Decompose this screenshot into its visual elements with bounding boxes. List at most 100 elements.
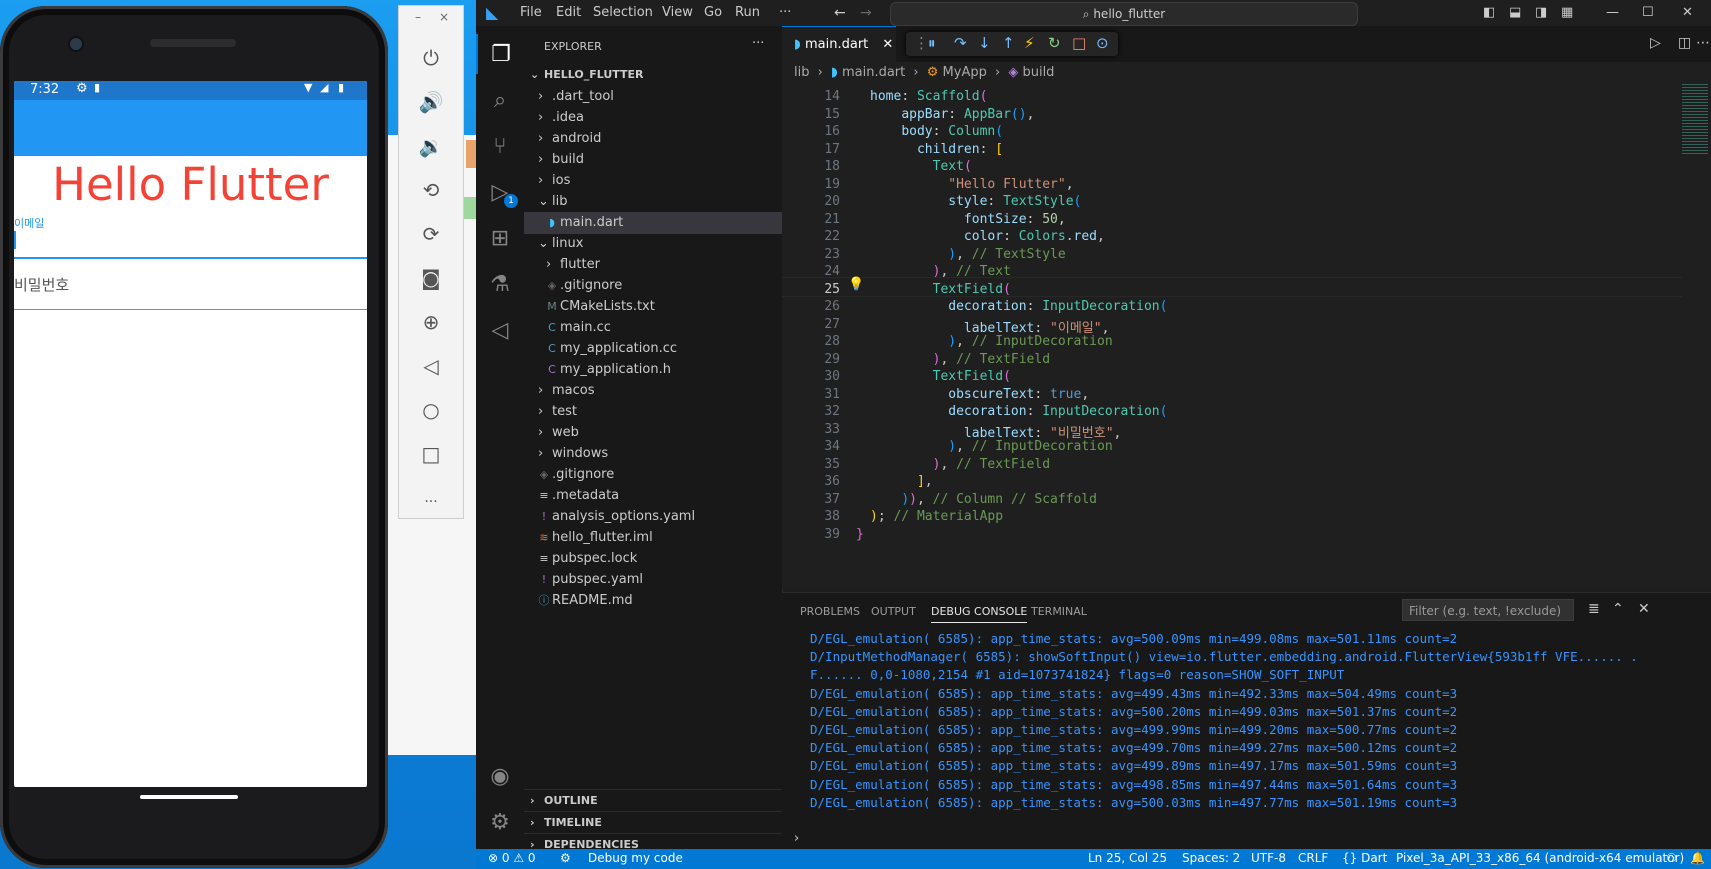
tab-terminal[interactable]: TERMINAL	[1031, 605, 1087, 618]
accounts-icon[interactable]: ⚇	[1666, 851, 1677, 865]
split-editor-icon[interactable]: ◫	[1678, 35, 1691, 51]
timeline-section[interactable]: › TIMELINE	[524, 811, 782, 834]
camera-icon[interactable]: ◙	[399, 260, 463, 296]
code-editor[interactable]: 14 15 16 17 18 19 20 21 22 23 24 25 26 27 28 29 30 31 32 33…	[782, 84, 1682, 589]
menu-view[interactable]: View	[662, 5, 693, 20]
menu-go[interactable]: Go	[704, 5, 722, 20]
close-button[interactable]: ×	[439, 10, 449, 24]
breadcrumb-file[interactable]: main.dart	[842, 65, 905, 80]
clear-console-icon[interactable]: ≣	[1588, 601, 1600, 617]
close-tab-icon[interactable]: ✕	[882, 37, 893, 52]
tree-item[interactable]: ◗ main.dart	[524, 212, 782, 234]
explorer-icon[interactable]: ❐	[476, 34, 524, 74]
line-ending[interactable]: CRLF	[1298, 851, 1328, 865]
tree-item[interactable]: › flutter	[524, 254, 782, 276]
more-options-button[interactable]: ...	[399, 480, 463, 516]
back-arrow-icon[interactable]: ←	[834, 5, 846, 21]
tab-debug-console[interactable]: DEBUG CONSOLE	[931, 605, 1028, 623]
volume-down-icon[interactable]: 🔉	[399, 128, 463, 164]
tree-item[interactable]: M CMakeLists.txt	[524, 296, 782, 318]
console-filter-input[interactable]: Filter (e.g. text, !exclude)	[1402, 599, 1574, 621]
email-field[interactable]	[14, 257, 367, 259]
rotate-right-icon[interactable]: ⟳	[399, 216, 463, 252]
debug-status[interactable]: Debug my code	[588, 851, 683, 865]
flutter-icon[interactable]: ◁	[476, 310, 524, 350]
tab-main-dart[interactable]: ◗ main.dart ✕	[782, 26, 896, 62]
menu-more[interactable]: ···	[779, 5, 791, 20]
customize-layout-icon[interactable]: ▦	[1561, 5, 1573, 20]
drag-handle-icon[interactable]: ⋮	[914, 34, 929, 52]
tree-item[interactable]: ≡ .metadata	[524, 485, 782, 507]
minimap[interactable]	[1682, 84, 1711, 589]
tree-item[interactable]: › web	[524, 422, 782, 444]
minimize-button[interactable]: –	[415, 10, 421, 24]
notifications-icon[interactable]: 🔔	[1690, 851, 1705, 865]
toggle-secondary-sidebar-icon[interactable]: ◨	[1535, 5, 1547, 20]
devtools-icon[interactable]: ⊙	[1096, 34, 1109, 52]
toggle-sidebar-icon[interactable]: ◧	[1483, 5, 1495, 20]
step-into-icon[interactable]: ↓	[978, 34, 991, 52]
zoom-icon[interactable]: ⊕	[399, 304, 463, 340]
tree-item[interactable]: ≋ hello_flutter.iml	[524, 527, 782, 549]
tree-item[interactable]: ! analysis_options.yaml	[524, 506, 782, 528]
gesture-nav-pill[interactable]	[140, 795, 238, 799]
hot-reload-icon[interactable]: ⚡	[1024, 34, 1035, 52]
tree-item[interactable]: ≡ pubspec.lock	[524, 548, 782, 570]
toggle-panel-icon[interactable]: ⬓	[1509, 5, 1521, 20]
account-icon[interactable]: ◉	[476, 756, 524, 796]
tree-item[interactable]: › .idea	[524, 107, 782, 129]
phone-screen[interactable]: 7:32 ⚙ ▮ ▼ ◢ ▮ Hello Flutter 이메일 비밀번호	[14, 81, 367, 787]
command-center-search[interactable]: ⌕ hello_flutter	[890, 2, 1358, 26]
breadcrumb-lib[interactable]: lib	[794, 65, 809, 80]
tree-item[interactable]: › build	[524, 149, 782, 171]
testing-icon[interactable]: ⚗	[476, 264, 524, 304]
tree-item[interactable]: ◈ .gitignore	[524, 275, 782, 297]
language-mode[interactable]: {} Dart	[1342, 851, 1387, 865]
indentation[interactable]: Spaces: 2	[1182, 851, 1240, 865]
maximize-panel-icon[interactable]: ⌃	[1612, 601, 1624, 617]
extensions-icon[interactable]: ⊞	[476, 218, 524, 258]
tree-item[interactable]: › windows	[524, 443, 782, 465]
back-icon[interactable]: ◁	[399, 348, 463, 384]
tree-item[interactable]: ⌄ lib	[524, 191, 782, 213]
tab-output[interactable]: OUTPUT	[871, 605, 916, 618]
outline-section[interactable]: › OUTLINE	[524, 789, 782, 812]
step-over-icon[interactable]: ↷	[954, 34, 967, 52]
device-selector[interactable]: Pixel_3a_API_33_x86_64 (android-x64 emul…	[1396, 851, 1684, 865]
window-minimize-icon[interactable]: —	[1606, 5, 1619, 20]
breadcrumb-class[interactable]: MyApp	[943, 65, 987, 80]
encoding[interactable]: UTF-8	[1251, 851, 1286, 865]
breadcrumb-method[interactable]: build	[1022, 65, 1054, 80]
problems-status[interactable]: ⊗ 0 ⚠ 0	[488, 851, 536, 865]
tree-item[interactable]: ⌄ linux	[524, 233, 782, 255]
pause-icon[interactable]: ⏸	[928, 34, 936, 52]
power-icon[interactable]: ⏻	[399, 40, 463, 76]
tree-item[interactable]: Cmy_application.h	[524, 359, 782, 381]
step-out-icon[interactable]: ↑	[1002, 34, 1015, 52]
editor-more-icon[interactable]: ⋯	[1696, 35, 1710, 51]
lightbulb-icon[interactable]: 💡	[848, 277, 864, 292]
menu-run[interactable]: Run	[735, 5, 760, 20]
search-view-icon[interactable]: ⌕	[476, 80, 524, 120]
tree-item[interactable]: Cmain.cc	[524, 317, 782, 339]
tree-item[interactable]: › test	[524, 401, 782, 423]
rotate-left-icon[interactable]: ⟲	[399, 172, 463, 208]
source-control-icon[interactable]: ⑂	[476, 126, 524, 166]
tree-item[interactable]: › ios	[524, 170, 782, 192]
console-prompt-icon[interactable]: ›	[794, 831, 799, 846]
restart-icon[interactable]: ↻	[1048, 34, 1061, 52]
run-icon[interactable]: ▷	[1650, 35, 1661, 51]
tree-item[interactable]: › android	[524, 128, 782, 150]
stop-icon[interactable]: □	[1072, 34, 1086, 52]
project-root[interactable]: ⌄ HELLO_FLUTTER	[524, 64, 782, 86]
window-close-icon[interactable]: ✕	[1682, 5, 1693, 20]
tree-item[interactable]: ⓘ README.md	[524, 590, 782, 612]
tree-item[interactable]: › macos	[524, 380, 782, 402]
tab-problems[interactable]: PROBLEMS	[800, 605, 860, 618]
home-icon[interactable]: ○	[399, 392, 463, 428]
tree-item[interactable]: › .dart_tool	[524, 86, 782, 108]
tree-item[interactable]: ! pubspec.yaml	[524, 569, 782, 591]
window-maximize-icon[interactable]: ☐	[1642, 5, 1654, 20]
volume-up-icon[interactable]: 🔊	[399, 84, 463, 120]
manage-gear-icon[interactable]: ⚙	[476, 802, 524, 842]
